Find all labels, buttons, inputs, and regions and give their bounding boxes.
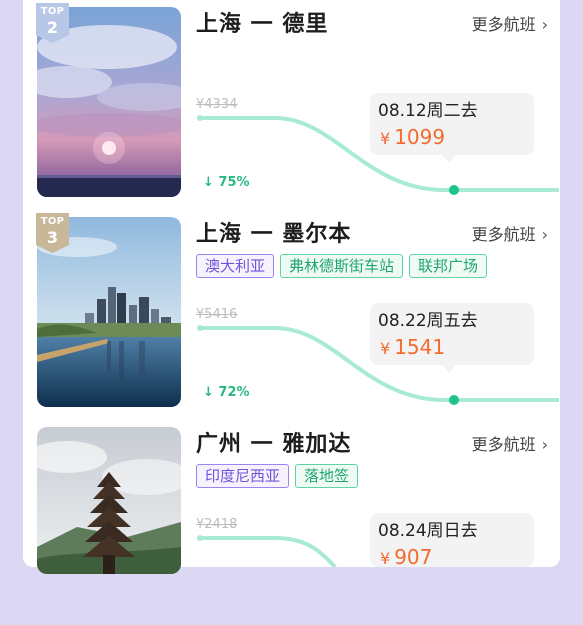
currency-symbol: ¥ (380, 339, 391, 358)
price-bubble[interactable]: 08.12周二去 ¥1099 (370, 93, 534, 163)
bubble-tail (442, 155, 456, 163)
price-drop-percent: ↓ 72% (203, 385, 250, 400)
price-bubble[interactable]: 08.24周日去 ¥907 (370, 513, 534, 567)
deal-price: ¥1541 (380, 335, 445, 359)
rank-badge-top-label: TOP (40, 6, 65, 17)
deal-price-value: 1541 (394, 335, 446, 359)
more-flights-link[interactable]: 更多航班 › (472, 221, 548, 245)
lowest-price-dot (449, 395, 459, 405)
more-flights-link[interactable]: 更多航班 › (472, 11, 548, 35)
lowest-price-dot (449, 185, 459, 195)
tag-country[interactable]: 澳大利亚 (196, 254, 275, 278)
rank-badge: TOP 2 (36, 3, 69, 43)
departure-date: 08.24周日去 (378, 521, 478, 541)
tag-visa[interactable]: 落地签 (295, 464, 359, 488)
deal-price-value: 907 (394, 545, 433, 567)
rank-badge: TOP 3 (36, 213, 69, 253)
chevron-right-icon: › (541, 225, 548, 244)
rank-badge-top-label: TOP (40, 216, 65, 227)
tag-country[interactable]: 印度尼西亚 (196, 464, 290, 488)
rank-badge-number: 2 (46, 18, 59, 37)
currency-symbol: ¥ (380, 129, 391, 148)
currency-symbol: ¥ (380, 549, 391, 567)
more-flights-label: 更多航班 (471, 15, 536, 34)
deal-card-shanghai-melbourne[interactable]: TOP 3 上海 一 墨尔本 更多航班 › 澳大利亚 弗林德斯街车站 联邦广场 ¥54… (23, 210, 560, 415)
departure-date: 08.12周二去 (378, 101, 478, 121)
destination-tags: 印度尼西亚 落地签 (196, 464, 364, 488)
chevron-right-icon: › (541, 435, 548, 454)
chevron-right-icon: › (541, 15, 548, 34)
more-flights-link[interactable]: 更多航班 › (472, 431, 548, 455)
tag-landmark[interactable]: 联邦广场 (409, 254, 488, 278)
destination-photo-pagoda (37, 427, 181, 574)
departure-date: 08.22周五去 (378, 311, 478, 331)
price-drop-value: 72% (218, 385, 250, 400)
rank-badge-number: 3 (46, 228, 59, 247)
deal-price: ¥907 (380, 545, 432, 567)
price-drop-percent: ↓ 75% (203, 175, 250, 190)
flight-deals-list: TOP 2 上海 一 德里 更多航班 › ¥4334 ↓ 75% 08.12周二去… (23, 0, 560, 574)
deal-price-value: 1099 (394, 125, 446, 149)
bubble-tail (442, 365, 456, 373)
destination-tags: 澳大利亚 弗林德斯街车站 联邦广场 (196, 254, 493, 278)
route-title: 上海 一 德里 (196, 12, 329, 37)
tag-landmark[interactable]: 弗林德斯街车站 (280, 254, 404, 278)
deal-price: ¥1099 (380, 125, 445, 149)
route-title: 广州 一 雅加达 (196, 432, 352, 457)
deal-card-shanghai-delhi[interactable]: TOP 2 上海 一 德里 更多航班 › ¥4334 ↓ 75% 08.12周二去… (23, 0, 560, 205)
more-flights-label: 更多航班 (471, 225, 536, 244)
price-bubble[interactable]: 08.22周五去 ¥1541 (370, 303, 534, 373)
price-drop-value: 75% (218, 175, 250, 190)
route-title: 上海 一 墨尔本 (196, 222, 352, 247)
deal-card-guangzhou-jakarta[interactable]: 广州 一 雅加达 更多航班 › 印度尼西亚 落地签 ¥2418 08.24周日去 ¥… (23, 420, 560, 625)
more-flights-label: 更多航班 (471, 435, 536, 454)
